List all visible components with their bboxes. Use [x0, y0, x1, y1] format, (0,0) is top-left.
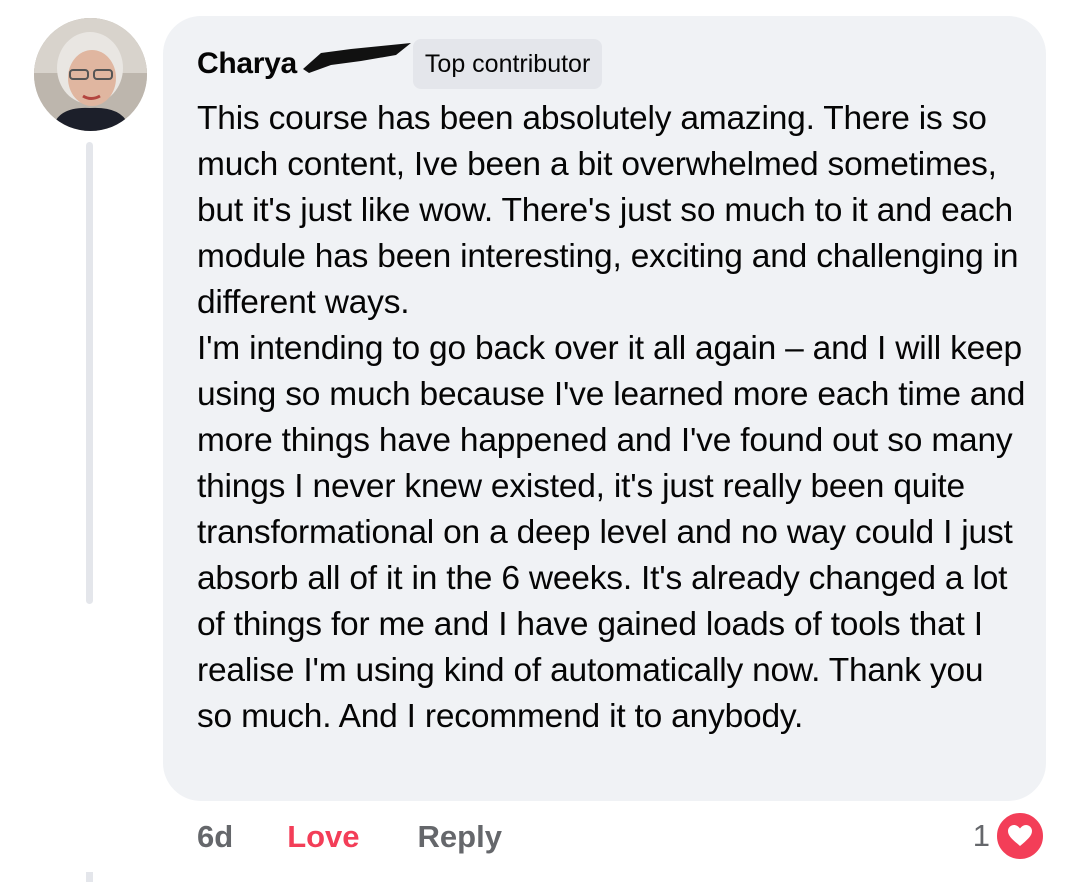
comment-header: Charya Top contributor: [197, 36, 603, 92]
love-button[interactable]: Love: [287, 819, 359, 855]
reaction-summary[interactable]: 1: [973, 810, 1046, 862]
redaction-mark: [301, 43, 413, 73]
comment-timestamp[interactable]: 6d: [197, 819, 233, 855]
heart-icon: [994, 810, 1046, 862]
thread-line: [86, 142, 93, 604]
reply-button[interactable]: Reply: [418, 819, 502, 855]
top-contributor-badge: Top contributor: [412, 39, 603, 89]
author-name[interactable]: Charya: [197, 47, 297, 81]
thread-line-continuation: [86, 872, 93, 882]
comment-actions: 6d Love Reply: [197, 812, 502, 862]
comment-view: Charya Top contributor This course has b…: [0, 0, 1080, 882]
avatar[interactable]: [34, 18, 147, 131]
comment-text: This course has been absolutely amazing.…: [197, 100, 1026, 735]
reaction-count: 1: [972, 818, 990, 853]
